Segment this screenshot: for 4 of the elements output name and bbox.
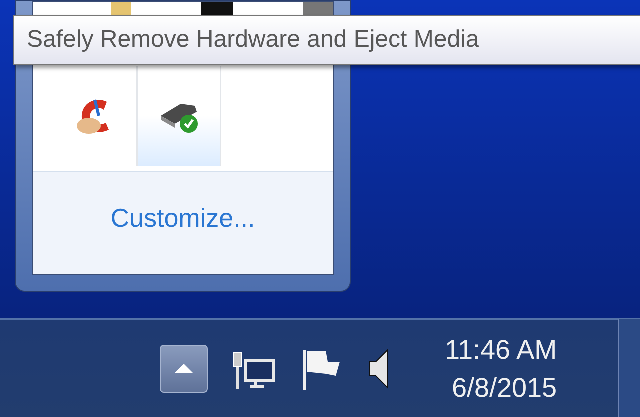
clock-time[interactable]: 11:46 AM <box>445 330 558 368</box>
tooltip-text: Safely Remove Hardware and Eject Media <box>27 25 480 55</box>
customize-link[interactable]: Customize... <box>110 198 256 238</box>
clock-date[interactable]: 6/8/2015 <box>452 368 558 406</box>
